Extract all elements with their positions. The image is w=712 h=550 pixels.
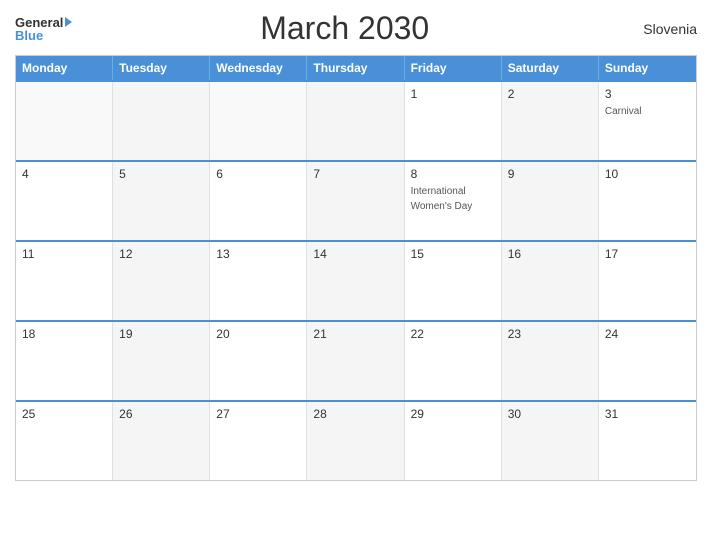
day-number: 25	[22, 407, 106, 421]
country-label: Slovenia	[617, 21, 697, 37]
calendar-cell: 11	[16, 242, 113, 320]
calendar-cell	[113, 82, 210, 160]
calendar-cell: 22	[405, 322, 502, 400]
day-number: 27	[216, 407, 300, 421]
calendar-cell: 16	[502, 242, 599, 320]
day-number: 4	[22, 167, 106, 181]
day-number: 11	[22, 247, 106, 261]
header-day-wednesday: Wednesday	[210, 56, 307, 80]
header-day-thursday: Thursday	[307, 56, 404, 80]
logo: General Blue	[15, 16, 72, 42]
day-number: 24	[605, 327, 690, 341]
day-number: 29	[411, 407, 495, 421]
header-day-friday: Friday	[405, 56, 502, 80]
calendar-week-1: 123 Carnival	[16, 80, 696, 160]
day-number: 18	[22, 327, 106, 341]
day-number: 10	[605, 167, 690, 181]
day-number: 9	[508, 167, 592, 181]
calendar-cell: 9	[502, 162, 599, 240]
header-day-saturday: Saturday	[502, 56, 599, 80]
calendar-week-2: 45678 International Women's Day 9 10	[16, 160, 696, 240]
calendar-cell	[210, 82, 307, 160]
calendar-header: MondayTuesdayWednesdayThursdayFridaySatu…	[16, 56, 696, 80]
calendar-cell: 3 Carnival	[599, 82, 696, 160]
calendar-cell: 18	[16, 322, 113, 400]
calendar-cell: 25	[16, 402, 113, 480]
calendar-cell: 19	[113, 322, 210, 400]
logo-general-text: General	[15, 16, 63, 29]
logo-blue-text: Blue	[15, 29, 43, 42]
day-number: 20	[216, 327, 300, 341]
day-number: 17	[605, 247, 690, 261]
page-header: General Blue March 2030 Slovenia	[15, 10, 697, 47]
calendar-cell: 2	[502, 82, 599, 160]
day-number: 15	[411, 247, 495, 261]
calendar-cell: 15	[405, 242, 502, 320]
day-number: 2	[508, 87, 592, 101]
day-number: 1	[411, 87, 495, 101]
logo-triangle-icon	[65, 17, 72, 27]
day-number: 8	[411, 167, 495, 181]
calendar-cell: 1	[405, 82, 502, 160]
header-day-monday: Monday	[16, 56, 113, 80]
calendar-cell: 17	[599, 242, 696, 320]
calendar-page: General Blue March 2030 Slovenia MondayT…	[0, 0, 712, 550]
calendar-cell: 13	[210, 242, 307, 320]
day-number: 30	[508, 407, 592, 421]
calendar-cell: 12	[113, 242, 210, 320]
day-number: 28	[313, 407, 397, 421]
calendar-cell: 10	[599, 162, 696, 240]
calendar-week-3: 11 12 13 14 15 16 17	[16, 240, 696, 320]
calendar-cell: 31	[599, 402, 696, 480]
calendar-cell: 30	[502, 402, 599, 480]
day-number: 26	[119, 407, 203, 421]
day-number: 13	[216, 247, 300, 261]
day-number: 14	[313, 247, 397, 261]
calendar-cell: 4	[16, 162, 113, 240]
calendar-cell: 27	[210, 402, 307, 480]
day-number: 31	[605, 407, 690, 421]
calendar-title: March 2030	[72, 10, 617, 47]
day-number: 7	[313, 167, 397, 181]
calendar-week-4: 18 19 20 21 22 23 24	[16, 320, 696, 400]
day-number: 22	[411, 327, 495, 341]
calendar-cell: 21	[307, 322, 404, 400]
header-day-tuesday: Tuesday	[113, 56, 210, 80]
calendar-cell: 14	[307, 242, 404, 320]
calendar-cell: 28	[307, 402, 404, 480]
calendar-cell: 7	[307, 162, 404, 240]
day-number: 6	[216, 167, 300, 181]
day-number: 21	[313, 327, 397, 341]
header-day-sunday: Sunday	[599, 56, 696, 80]
calendar-cell: 6	[210, 162, 307, 240]
day-number: 5	[119, 167, 203, 181]
day-number: 16	[508, 247, 592, 261]
day-number: 12	[119, 247, 203, 261]
calendar-week-5: 25 26 27 28 29 30 31	[16, 400, 696, 480]
calendar-cell: 5	[113, 162, 210, 240]
calendar-cell: 29	[405, 402, 502, 480]
day-number: 3	[605, 87, 690, 101]
calendar-cell	[16, 82, 113, 160]
calendar-cell: 20	[210, 322, 307, 400]
day-number: 23	[508, 327, 592, 341]
calendar-cell: 8 International Women's Day	[405, 162, 502, 240]
day-event: Carnival	[605, 106, 642, 117]
day-number: 19	[119, 327, 203, 341]
calendar-cell	[307, 82, 404, 160]
calendar-cell: 26	[113, 402, 210, 480]
calendar-body: 123Carnival45678International Women's Da…	[16, 80, 696, 480]
calendar-cell: 24	[599, 322, 696, 400]
calendar-cell: 23	[502, 322, 599, 400]
day-event: International Women's Day	[411, 186, 473, 212]
calendar-grid: MondayTuesdayWednesdayThursdayFridaySatu…	[15, 55, 697, 481]
